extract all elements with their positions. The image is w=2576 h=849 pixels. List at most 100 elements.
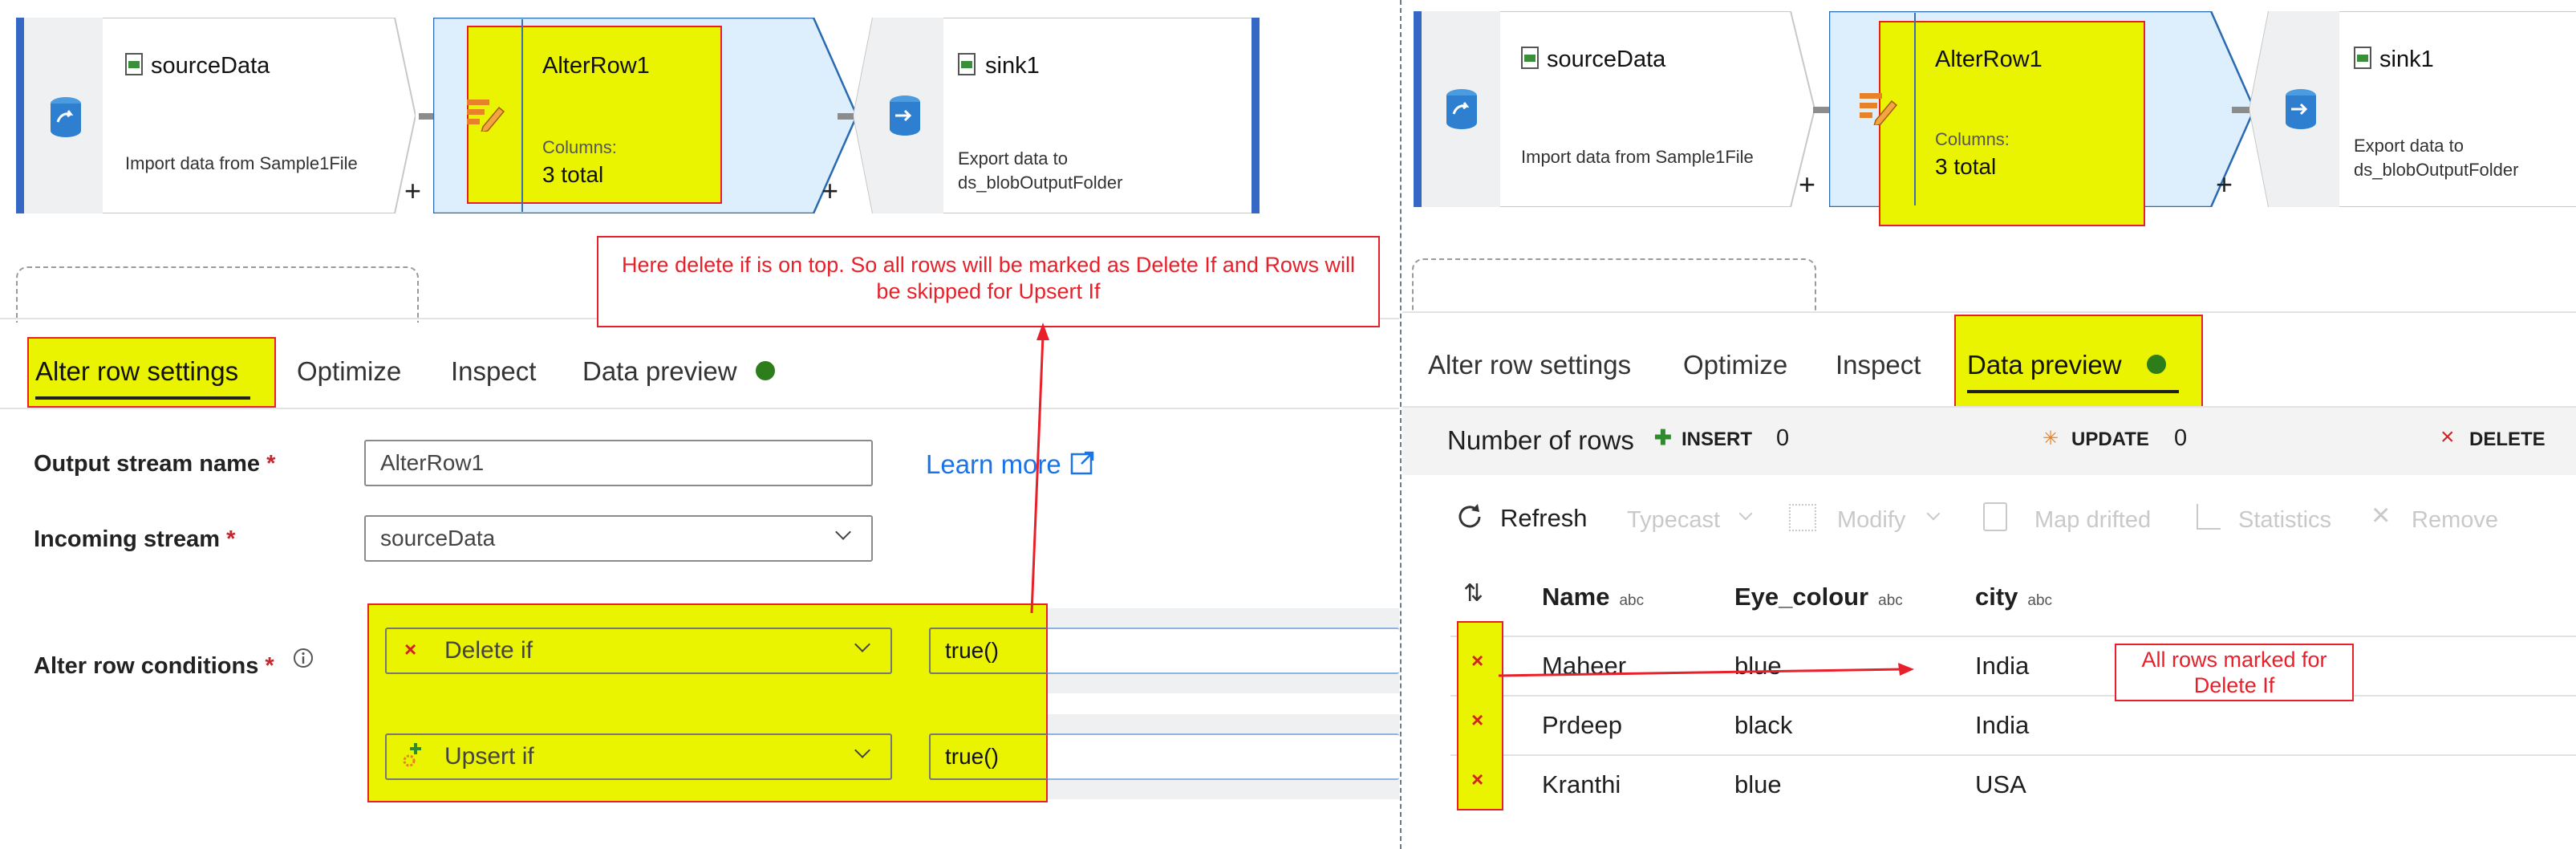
tab-inspect[interactable]: Inspect	[1836, 350, 1921, 380]
annotation-callout: All rows marked for Delete If	[2115, 644, 2354, 701]
tabs-border	[0, 408, 1399, 409]
chevron-down-icon	[1738, 506, 1753, 521]
database-icon	[1446, 89, 1477, 129]
tab-data-preview[interactable]: Data preview	[582, 356, 737, 387]
typecast-button[interactable]: Typecast	[1627, 507, 1720, 534]
table-cell: India	[1975, 652, 2030, 680]
map-drifted-button[interactable]: Map drifted	[2034, 507, 2151, 534]
alterrow-columns-value: 3 total	[542, 162, 604, 187]
row-delete-x-icon: ×	[1471, 767, 1484, 791]
column-header-name[interactable]: Name abc	[1542, 583, 1644, 611]
add-after-alterrow-button[interactable]: +	[2216, 170, 2233, 199]
tab-alter-row-settings[interactable]: Alter row settings	[1428, 350, 1631, 380]
source-title: sourceData	[151, 53, 270, 79]
sink-database-icon	[890, 95, 920, 136]
tab-data-preview[interactable]: Data preview	[1967, 350, 2122, 380]
alterrow-columns-value: 3 total	[1935, 154, 1997, 179]
table-cell: USA	[1975, 770, 2026, 798]
tab-optimize[interactable]: Optimize	[1683, 350, 1787, 380]
canvas-placeholder	[1412, 258, 1816, 311]
source-subtitle: Import data from Sample1File	[125, 153, 358, 173]
row-divider	[1450, 636, 2576, 637]
external-link-icon[interactable]	[1070, 451, 1094, 475]
tab-alter-row-settings[interactable]: Alter row settings	[35, 356, 238, 387]
sink-subtitle-1: Export data to	[958, 148, 1068, 169]
refresh-button[interactable]: Refresh	[1500, 504, 1588, 533]
add-after-source-button[interactable]: +	[1799, 170, 1815, 199]
alterrow-columns-label: Columns:	[542, 137, 617, 157]
alterrow-divider	[1914, 13, 1916, 205]
panel-divider	[1400, 0, 1402, 849]
add-after-source-button[interactable]: +	[404, 177, 421, 205]
sink-node[interactable]: sink1 Export data to ds_blobOutputFolder	[2249, 11, 2576, 207]
condition-expression-input[interactable]: true()	[929, 733, 1048, 780]
column-header-eye-colour[interactable]: Eye_colour abc	[1734, 583, 1903, 611]
add-after-alterrow-button[interactable]: +	[821, 177, 838, 205]
alter-row-icon	[1860, 93, 1898, 125]
status-dot-icon	[756, 361, 775, 380]
alter-row-icon	[467, 100, 505, 132]
modify-button[interactable]: Modify	[1837, 507, 1905, 534]
sink-node[interactable]: sink1 Export data to ds_blobOutputFolder	[854, 18, 1260, 213]
update-value: 0	[2174, 425, 2188, 451]
table-cell: India	[1975, 711, 2030, 739]
file-icon	[125, 53, 143, 75]
file-icon	[2354, 47, 2371, 69]
insert-label: INSERT	[1681, 429, 1753, 450]
table-cell: Kranthi	[1542, 770, 1621, 798]
sink-subtitle-2: ds_blobOutputFolder	[958, 173, 1123, 193]
delete-label: DELETE	[2469, 429, 2546, 450]
active-tab-underline	[1967, 390, 2179, 393]
column-header-city[interactable]: city abc	[1975, 583, 2052, 611]
source-title: sourceData	[1547, 47, 1666, 72]
sink-database-icon	[2286, 89, 2316, 129]
row-delete-x-icon: ×	[1471, 648, 1484, 672]
output-stream-input[interactable]: AlterRow1	[364, 440, 873, 486]
upsert-icon	[403, 743, 421, 767]
info-icon[interactable]	[292, 647, 314, 669]
alter-row-conditions-label: Alter row conditions *	[34, 653, 274, 679]
condition-type-label: Delete if	[444, 637, 533, 664]
source-node[interactable]: sourceData Import data from Sample1File	[1414, 11, 1815, 207]
tab-inspect[interactable]: Inspect	[451, 356, 536, 387]
map-drifted-icon	[1983, 502, 2007, 531]
tab-optimize[interactable]: Optimize	[297, 356, 401, 387]
file-icon	[1521, 47, 1539, 69]
sort-icon[interactable]: ⇅	[1463, 579, 1483, 607]
active-tab-underline	[35, 396, 250, 400]
condition-type-label: Upsert if	[444, 743, 534, 770]
delete-x-icon: ×	[404, 637, 417, 661]
insert-value: 0	[1776, 425, 1790, 451]
table-cell: blue	[1734, 770, 1782, 798]
canvas-bottom-border	[1402, 311, 2576, 313]
incoming-stream-select[interactable]: sourceData	[364, 515, 873, 562]
refresh-icon[interactable]	[1454, 501, 1486, 533]
row-count-label: Number of rows	[1447, 425, 1634, 455]
condition-expression-field[interactable]	[1043, 733, 1399, 780]
alterrow-title: AlterRow1	[542, 53, 650, 79]
update-icon: ✳	[2043, 428, 2059, 449]
row-divider	[1450, 695, 2576, 697]
update-label: UPDATE	[2071, 429, 2149, 450]
file-icon	[958, 53, 976, 75]
row-delete-x-icon: ×	[1471, 708, 1484, 732]
delete-x-icon: ×	[2440, 424, 2455, 450]
condition-expression-input[interactable]: true()	[929, 628, 1048, 674]
sink-title: sink1	[2379, 47, 2434, 72]
modify-icon	[1789, 504, 1816, 531]
table-cell: black	[1734, 711, 1793, 739]
status-dot-icon	[2147, 355, 2166, 374]
annotation-arrow	[1030, 323, 1049, 614]
sink-subtitle-2: ds_blobOutputFolder	[2354, 160, 2519, 180]
incoming-stream-label: Incoming stream *	[34, 526, 236, 552]
insert-plus-icon: ✚	[1654, 425, 1672, 449]
sink-title: sink1	[985, 53, 1040, 79]
sink-subtitle-1: Export data to	[2354, 136, 2464, 156]
alterrow-title: AlterRow1	[1935, 47, 2043, 72]
remove-button[interactable]: Remove	[2412, 507, 2498, 534]
condition-expression-field[interactable]	[1043, 628, 1399, 674]
statistics-button[interactable]: Statistics	[2238, 507, 2331, 534]
row-divider	[1450, 754, 2576, 756]
source-node[interactable]: sourceData Import data from Sample1File	[16, 18, 416, 213]
output-stream-label: Output stream name *	[34, 451, 276, 477]
